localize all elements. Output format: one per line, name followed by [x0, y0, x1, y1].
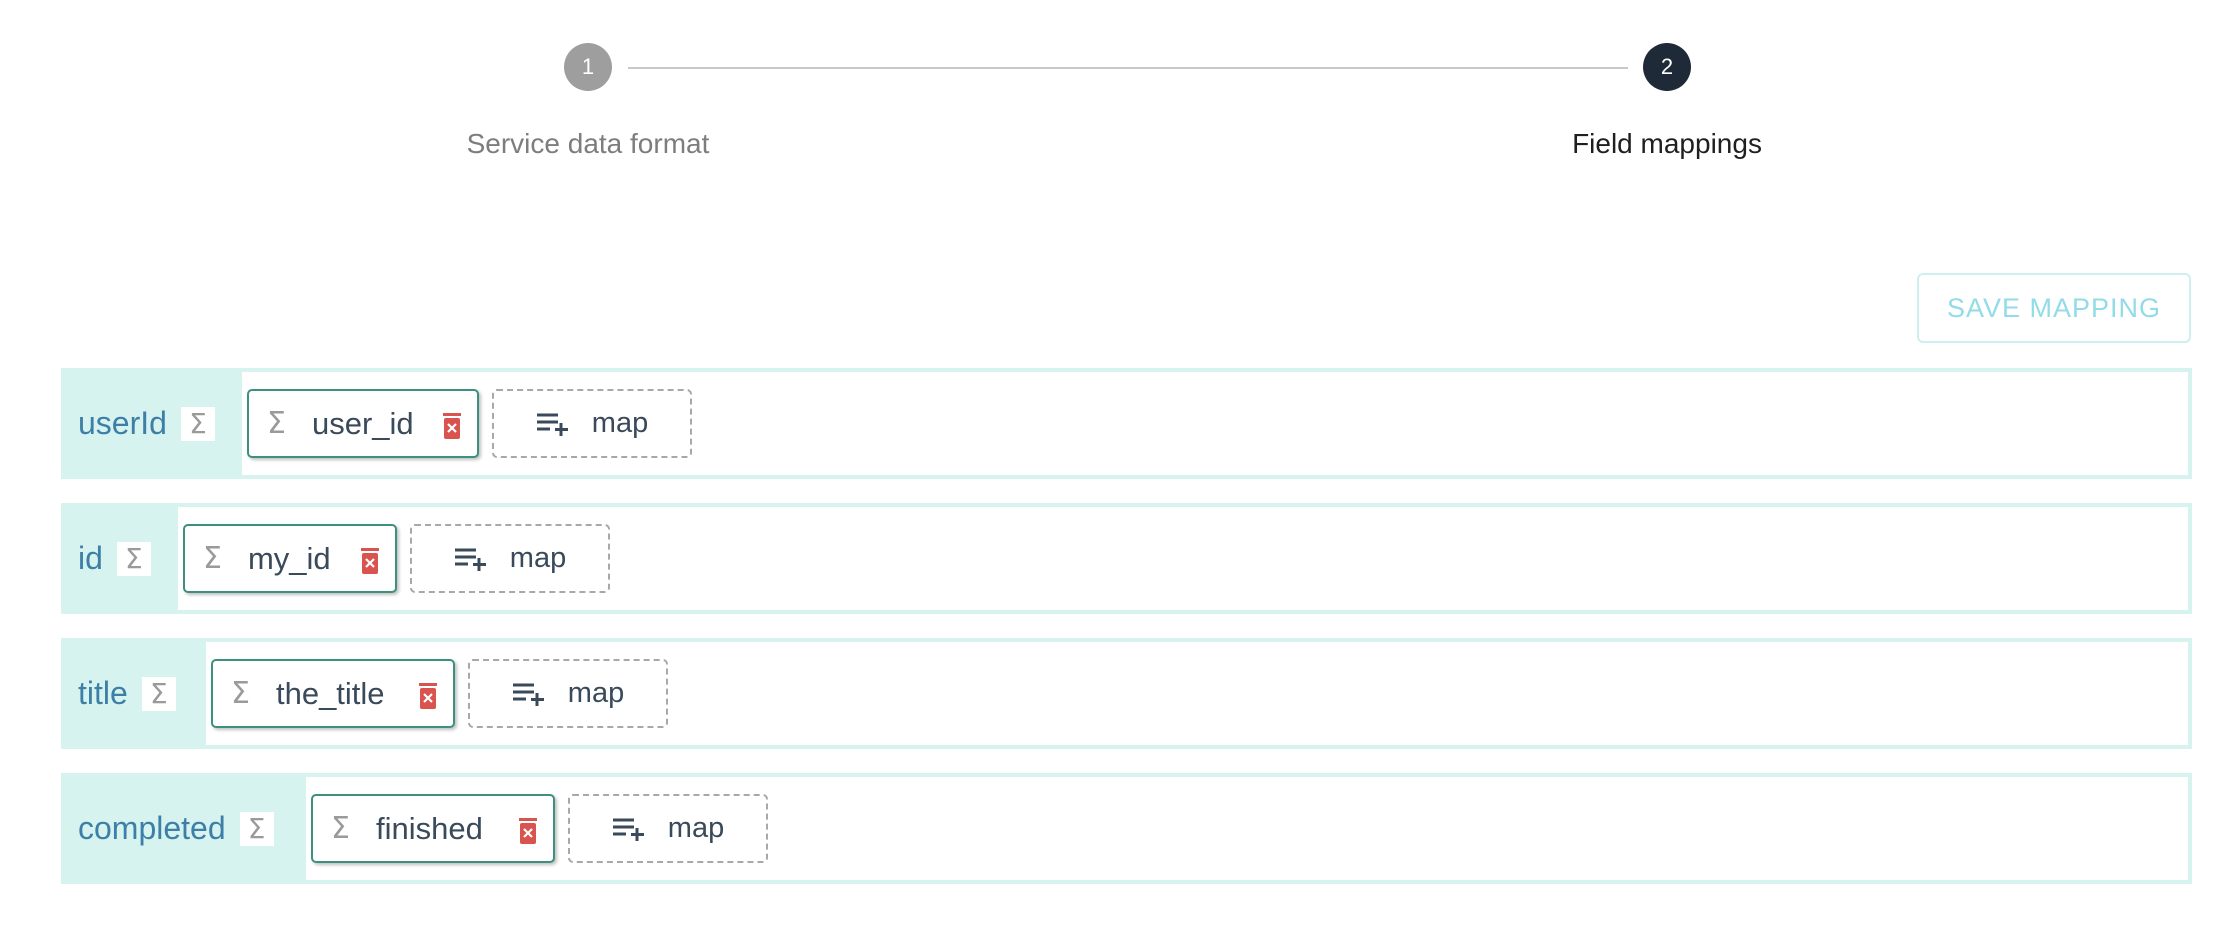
field-name: completed	[78, 810, 226, 846]
field-name: title	[78, 675, 128, 711]
mapped-field-chip[interactable]: Σ the_title	[211, 659, 455, 728]
map-label: map	[567, 677, 625, 709]
mapped-field-chip[interactable]: Σ finished	[311, 794, 555, 863]
field-header: title Σ	[65, 642, 206, 745]
step-2-number: 2	[1660, 54, 1674, 79]
add-map-button[interactable]: map	[468, 659, 668, 728]
field-name: id	[78, 540, 103, 576]
mapped-field-chip[interactable]: Σ my_id	[183, 524, 397, 593]
playlist-add-icon	[612, 818, 644, 841]
field-header: userId Σ	[65, 372, 242, 475]
sigma-icon: Σ	[239, 811, 274, 846]
step-2-circle[interactable]: 2	[1643, 43, 1691, 91]
stepper: 1 2 Service data format Field mappings	[0, 0, 2226, 200]
sigma-icon: Σ	[267, 406, 286, 441]
mapping-row-userId: userId Σ Σ user_id map	[61, 368, 2192, 479]
step-1-label[interactable]: Service data format	[388, 128, 788, 160]
sigma-icon: Σ	[180, 406, 215, 441]
add-map-button[interactable]: map	[410, 524, 610, 593]
trash-icon[interactable]	[417, 683, 439, 709]
map-label: map	[591, 407, 649, 439]
playlist-add-icon	[536, 413, 568, 436]
sigma-icon: Σ	[231, 676, 250, 711]
mapped-field-chip[interactable]: Σ user_id	[247, 389, 479, 458]
field-name: userId	[78, 405, 167, 441]
trash-icon[interactable]	[441, 413, 463, 439]
trash-icon[interactable]	[517, 818, 539, 844]
playlist-add-icon	[512, 683, 544, 706]
add-map-button[interactable]: map	[492, 389, 692, 458]
mapping-row-id: id Σ Σ my_id map	[61, 503, 2192, 614]
mapping-row-title: title Σ Σ the_title map	[61, 638, 2192, 749]
save-mapping-button[interactable]: SAVE MAPPING	[1917, 273, 2191, 343]
mapped-field-name: finished	[375, 810, 483, 846]
step-1-circle[interactable]: 1	[564, 43, 612, 91]
map-label: map	[667, 812, 725, 844]
trash-icon[interactable]	[359, 548, 381, 574]
sigma-icon: Σ	[331, 811, 350, 846]
stepper-connector	[628, 67, 1628, 69]
field-header: completed Σ	[65, 777, 306, 880]
field-header: id Σ	[65, 507, 178, 610]
sigma-icon: Σ	[141, 676, 176, 711]
mapped-field-name: the_title	[275, 675, 385, 711]
mapping-row-completed: completed Σ Σ finished map	[61, 773, 2192, 884]
add-map-button[interactable]: map	[568, 794, 768, 863]
sigma-icon: Σ	[203, 541, 222, 576]
sigma-icon: Σ	[116, 541, 151, 576]
mapped-field-name: my_id	[247, 540, 331, 576]
map-label: map	[509, 542, 567, 574]
mapped-field-name: user_id	[311, 405, 414, 441]
step-1-number: 1	[581, 54, 595, 79]
playlist-add-icon	[454, 548, 486, 571]
step-2-label: Field mappings	[1572, 128, 1762, 159]
